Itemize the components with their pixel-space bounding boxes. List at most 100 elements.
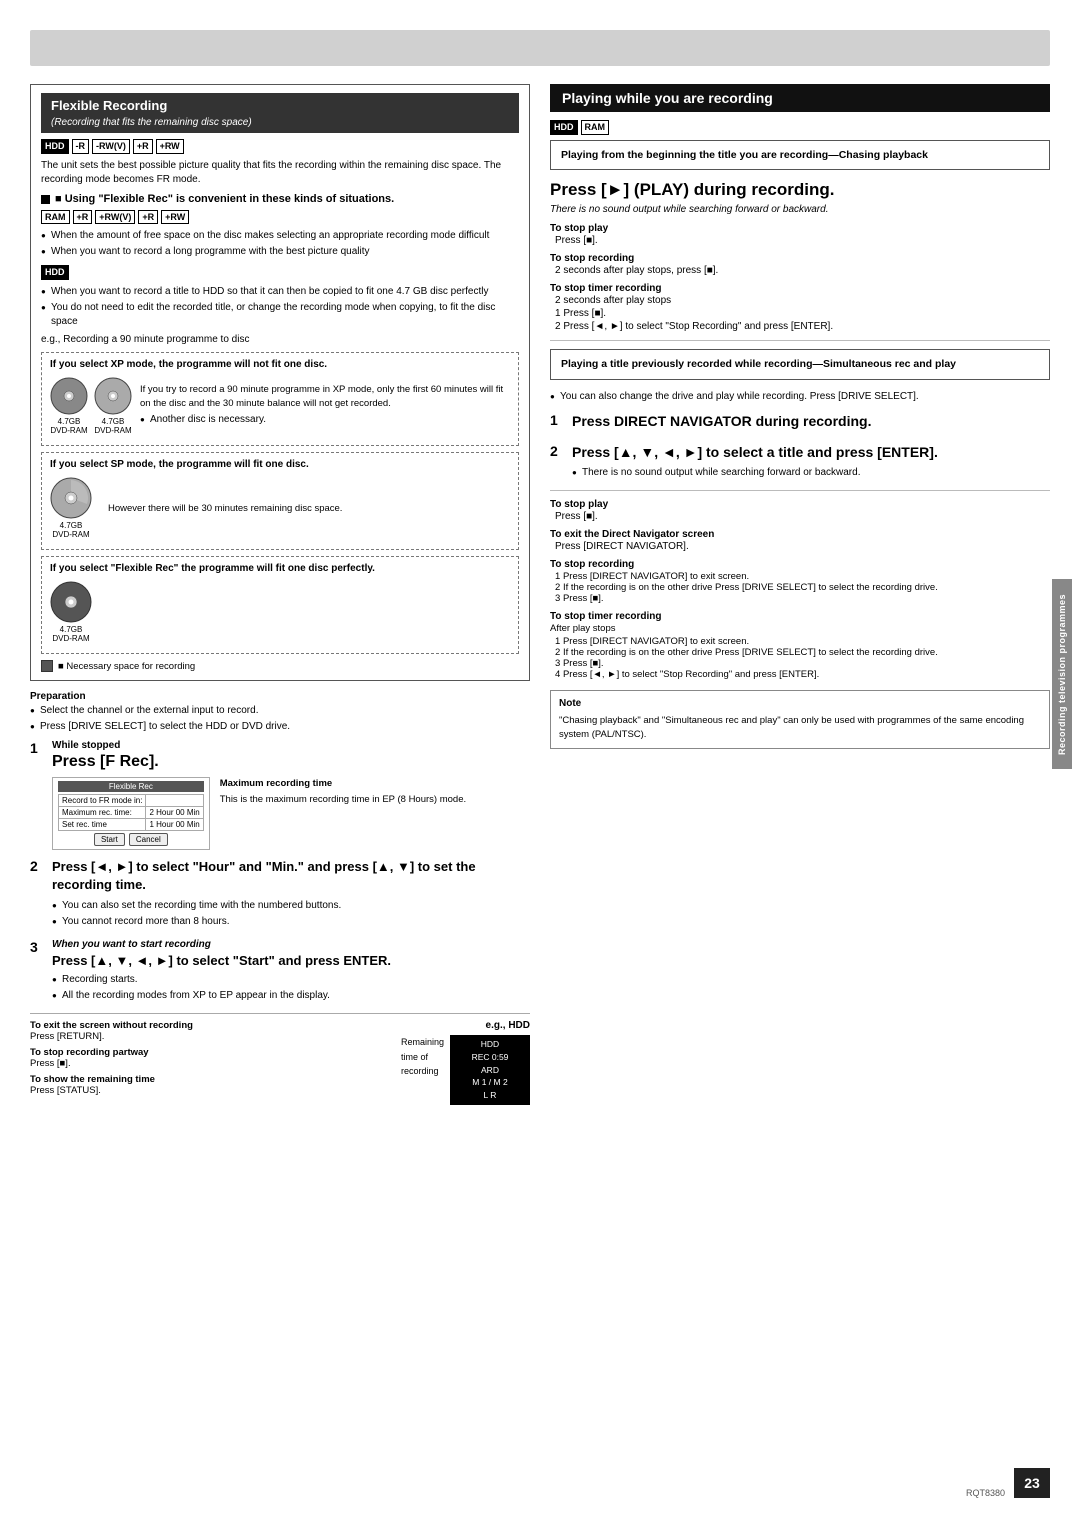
frec-row1: Record to FR mode in: (59, 795, 204, 807)
exit-label: To exit the screen without recording (30, 1020, 401, 1031)
divider1 (550, 340, 1050, 341)
divider2 (550, 490, 1050, 491)
legend: ■ Necessary space for recording (41, 660, 519, 672)
bottom-right: e.g., HDD Remainingtime ofrecording HDD … (401, 1020, 530, 1105)
step2-right-bullet: There is no sound output while searching… (572, 466, 1050, 480)
right-media-tags: HDD RAM (550, 120, 1050, 135)
step2-right-num: 2 (550, 443, 564, 459)
note-box: Note "Chasing playback" and "Simultaneou… (550, 690, 1050, 749)
step2-right-content: Press [▲, ▼, ◄, ►] to select a title and… (572, 443, 1050, 482)
step1-right-content: Press DIRECT NAVIGATOR during recording. (572, 412, 1050, 435)
display-line2: REC 0:59 (456, 1051, 524, 1064)
flexible-recording-label: Flexible Recording (51, 98, 167, 113)
stop-timer2-step3: 3 Press [■]. (555, 658, 1050, 669)
stop-rec2-step3: 3 Press [■]. (555, 593, 1050, 604)
dashed-box-flex: If you select "Flexible Rec" the program… (41, 556, 519, 654)
tag-r2: +R (73, 210, 93, 225)
step2-content: Press [◄, ►] to select "Hour" and "Min."… (52, 858, 530, 930)
disc-flex: 4.7GBDVD-RAM (50, 581, 92, 643)
tag-hdd-right: HDD (550, 120, 578, 135)
dashed2-title: If you select SP mode, the programme wil… (50, 459, 510, 470)
tag-plusrw: +RW (156, 139, 184, 154)
stop-timer-label: To stop timer recording (550, 283, 1050, 294)
stop-timer2-step2: 2 If the recording is on the other drive… (555, 647, 1050, 658)
max-rec-body: This is the maximum recording time in EP… (220, 793, 466, 806)
display-line3: ARD (456, 1064, 524, 1077)
display-line5: L R (456, 1089, 524, 1102)
frec-start-btn[interactable]: Start (94, 833, 125, 846)
disc-sp-label: 4.7GBDVD-RAM (52, 521, 89, 539)
no-sound-note: There is no sound output while searching… (550, 204, 1050, 215)
hdd-bullet2: You do not need to edit the recorded tit… (41, 301, 519, 329)
top-bar (30, 30, 1050, 66)
box2-text: Playing a title previously recorded whil… (561, 358, 956, 370)
max-rec-time-area: Maximum recording time This is the maxim… (220, 777, 466, 806)
left-column: Flexible Recording (Recording that fits … (30, 84, 530, 1498)
step2-num: 2 (30, 858, 44, 874)
legend-icon (41, 660, 53, 672)
step1-num: 1 (30, 740, 44, 756)
tag-ram-right: RAM (581, 120, 610, 135)
stop-timer2-step2-text: If the recording is on the other drive P… (563, 647, 938, 658)
stop-timer-step1: 1 Press [■]. (550, 308, 1050, 319)
disc2-label: 4.7GBDVD-RAM (94, 417, 131, 435)
stop-timer2-intro: After play stops (550, 623, 1050, 634)
using-title-container: ■ Using "Flexible Rec" is convenient in … (41, 193, 519, 205)
page-wrapper: Flexible Recording (Recording that fits … (0, 0, 1080, 1528)
display-box: HDD REC 0:59 ARD M 1 / M 2 L R (450, 1035, 530, 1105)
flexible-recording-title: Flexible Recording (Recording that fits … (41, 93, 519, 133)
stop-play-body: Press [■]. (550, 235, 1050, 246)
dashed-box-xp: If you select XP mode, the programme wil… (41, 352, 519, 446)
disc-container-3: 4.7GBDVD-RAM (50, 577, 510, 647)
flexible-recording-subtitle: (Recording that fits the remaining disc … (51, 117, 252, 128)
recording-sidebar-tab: Recording television programmes (1052, 579, 1072, 769)
step2-container: 2 Press [◄, ►] to select "Hour" and "Min… (30, 858, 530, 930)
stop-rec2-step1: 1 Press [DIRECT NAVIGATOR] to exit scree… (555, 571, 1050, 582)
right-section-header: Playing while you are recording (550, 84, 1050, 112)
hdd-bullet1: When you want to record a title to HDD s… (41, 285, 519, 299)
disc-text-1: If you try to record a 90 minute program… (140, 383, 510, 429)
sidebar-text: Recording television programmes (1057, 593, 1067, 754)
frec-row2-val: 2 Hour 00 Min (146, 807, 203, 819)
stop-rec-label: To stop recording (550, 253, 1050, 264)
bottom-left: To exit the screen without recording Pre… (30, 1020, 401, 1096)
stop-label: To stop recording partway (30, 1047, 401, 1058)
stop-rec2-step2-text: If the recording is on the other drive P… (563, 582, 938, 593)
intro-text: The unit sets the best possible picture … (41, 159, 519, 188)
stop-play2-label: To stop play (550, 499, 1050, 510)
frec-screen-title: Flexible Rec (58, 781, 204, 792)
stop-timer2-step3-text: Press [■]. (563, 658, 604, 669)
step1-header: While stopped (52, 740, 530, 751)
tag-hdd: HDD (41, 139, 69, 154)
prep-title: Preparation (30, 691, 530, 702)
eg-text: e.g., Recording a 90 minute programme to… (41, 333, 519, 348)
show-body: Press [STATUS]. (30, 1085, 401, 1096)
step1-container: 1 While stopped Press [F Rec]. Flexible … (30, 740, 530, 850)
dashed1-title: If you select XP mode, the programme wil… (50, 359, 510, 370)
simultaneous-box: Playing a title previously recorded whil… (550, 349, 1050, 380)
max-rec-label: Maximum recording time (220, 777, 466, 790)
flexible-recording-section: Flexible Recording (Recording that fits … (30, 84, 530, 681)
stop-timer-body1: 2 seconds after play stops (550, 295, 1050, 306)
exit-body: Press [RETURN]. (30, 1031, 401, 1042)
note-body: "Chasing playback" and "Simultaneous rec… (559, 714, 1041, 742)
dashed1-body: If you try to record a 90 minute program… (140, 383, 510, 410)
dashed3-title: If you select "Flexible Rec" the program… (50, 563, 510, 574)
bullet1: When the amount of free space on the dis… (41, 229, 519, 243)
disc-sp: 4.7GBDVD-RAM (50, 477, 92, 539)
step1-right-label: Press DIRECT NAVIGATOR during recording. (572, 412, 1050, 431)
rqt-number: RQT8380 (966, 1488, 1005, 1498)
also-change-bullet: You can also change the drive and play w… (550, 390, 1050, 404)
frec-cancel-btn[interactable]: Cancel (129, 833, 168, 846)
page-number: 23 (1014, 1468, 1050, 1498)
frec-row3-label: Set rec. time (59, 819, 146, 831)
step3-label: Press [▲, ▼, ◄, ►] to select "Start" and… (52, 952, 530, 970)
note-title: Note (559, 697, 1041, 712)
bullet2: When you want to record a long programme… (41, 245, 519, 259)
stop-timer2-label: To stop timer recording (550, 611, 1050, 622)
stop-play-label: To stop play (550, 223, 1050, 234)
tag-rw3: +RW (161, 210, 189, 225)
step2-right-container: 2 Press [▲, ▼, ◄, ►] to select a title a… (550, 443, 1050, 482)
tag-r: -R (72, 139, 90, 154)
step3-container: 3 When you want to start recording Press… (30, 939, 530, 1006)
